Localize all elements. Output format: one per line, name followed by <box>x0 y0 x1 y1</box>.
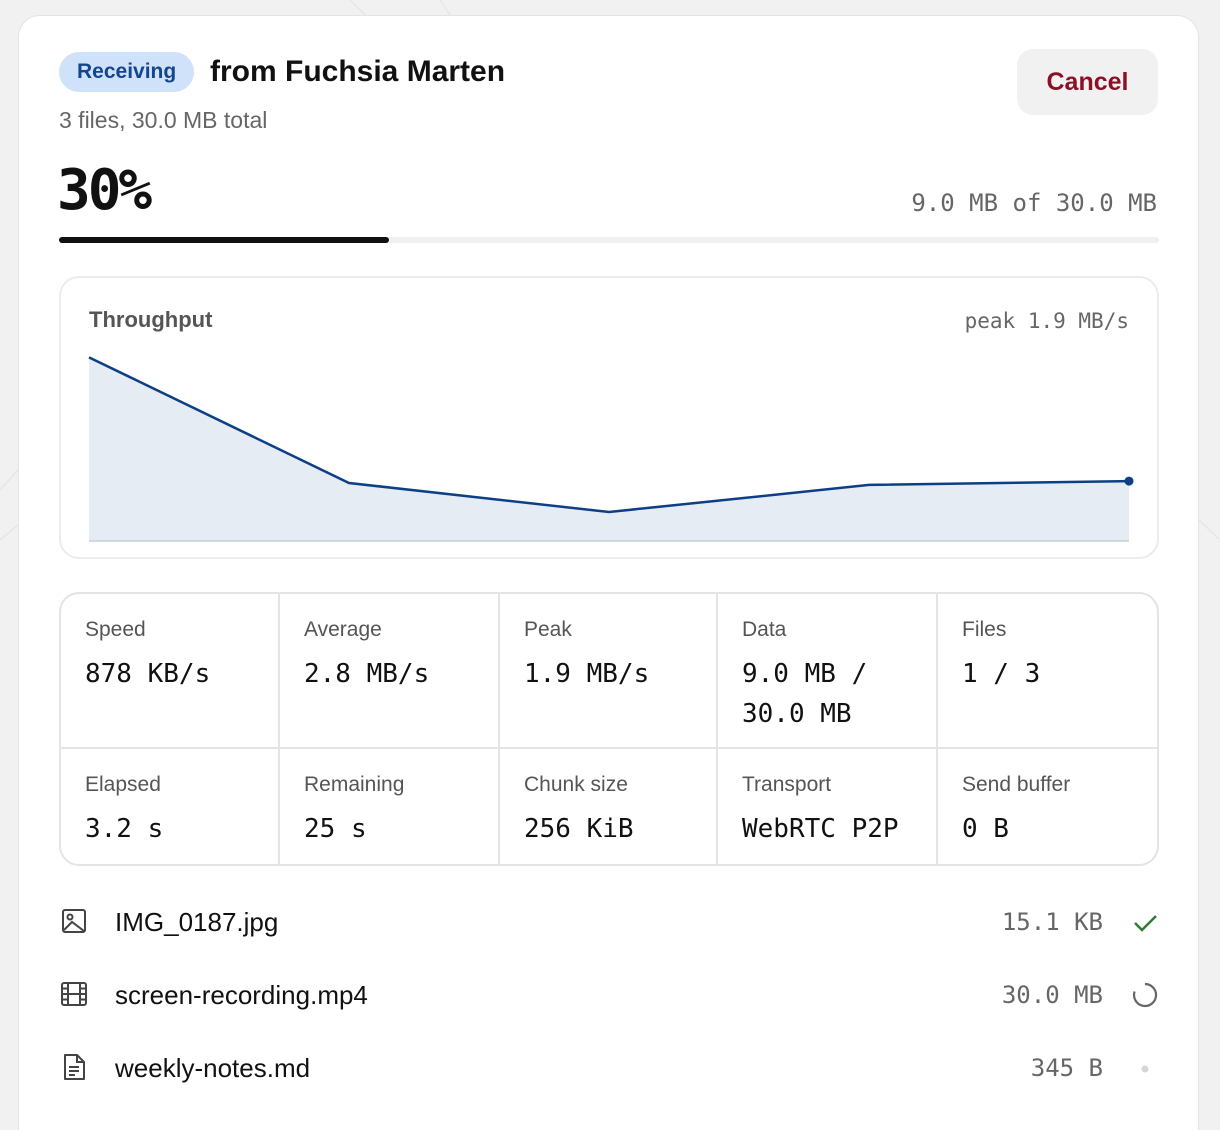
stat-value: 1 / 3 <box>962 659 1041 689</box>
stat-label: Send buffer <box>962 773 1071 796</box>
progress-percent: 30% <box>57 158 152 223</box>
stat-average: Average 2.8 MB/s <box>280 594 500 749</box>
stat-label: Elapsed <box>85 773 161 796</box>
stat-label: Remaining <box>304 773 405 796</box>
transfer-summary: 3 files, 30.0 MB total <box>59 107 268 133</box>
stat-chunk-size: Chunk size 256 KiB <box>500 749 718 864</box>
file-size: 15.1 KB <box>1001 908 1103 936</box>
check-icon <box>1134 915 1157 932</box>
cancel-button[interactable]: Cancel <box>1017 49 1158 115</box>
stat-speed: Speed 878 KB/s <box>61 594 280 749</box>
stat-value: 1.9 MB/s <box>524 659 650 689</box>
progress-bytes: 9.0 MB of 30.0 MB <box>911 189 1157 217</box>
pending-dot-icon <box>1141 1065 1149 1073</box>
film-icon <box>61 982 87 1006</box>
document-icon <box>64 1054 85 1080</box>
stat-label: Chunk size <box>524 773 628 796</box>
stat-value: WebRTC P2P <box>742 814 899 844</box>
transfer-card: Receiving from Fuchsia Marten 3 files, 3… <box>18 15 1199 1130</box>
throughput-chart: Throughput peak 1.9 MB/s <box>59 276 1159 559</box>
stat-label: Average <box>304 618 382 641</box>
throughput-current-point <box>1124 476 1134 486</box>
stat-files: Files 1 / 3 <box>938 594 1157 749</box>
stat-peak: Peak 1.9 MB/s <box>500 594 718 749</box>
file-name: weekly-notes.md <box>115 1053 311 1083</box>
stat-value: 25 s <box>304 814 367 844</box>
file-list: IMG_0187.jpg 15.1 KB screen-recording.mp4 3… <box>59 902 1159 1121</box>
file-size: 345 B <box>1030 1054 1103 1082</box>
stat-label: Files <box>962 618 1007 641</box>
stat-value: 256 KiB <box>524 814 634 844</box>
stat-value: 0 B <box>962 814 1009 844</box>
stat-label: Speed <box>85 618 146 641</box>
image-icon <box>62 909 86 933</box>
stat-label: Data <box>742 618 787 641</box>
stat-value: 2.8 MB/s <box>304 659 430 689</box>
throughput-area <box>89 357 1129 541</box>
chart-title: Throughput <box>89 307 213 332</box>
stat-value: 878 KB/s <box>85 659 211 689</box>
stat-label: Transport <box>742 773 832 796</box>
file-size: 30.0 MB <box>1001 981 1103 1009</box>
progress-bar-fill <box>59 237 389 243</box>
file-name: IMG_0187.jpg <box>115 907 279 937</box>
spinner-icon <box>1132 982 1158 1008</box>
stat-send-buffer: Send buffer 0 B <box>938 749 1157 864</box>
transfer-title: from Fuchsia Marten <box>210 55 506 88</box>
file-row[interactable]: screen-recording.mp4 30.0 MB <box>59 975 1159 1048</box>
file-name: screen-recording.mp4 <box>115 980 368 1010</box>
stats-grid: Speed 878 KB/s Average 2.8 MB/s Peak 1.9 MB/s… <box>59 592 1159 866</box>
stat-remaining: Remaining 25 s <box>280 749 500 864</box>
progress-bar <box>59 237 1159 243</box>
chart-peak-label: peak 1.9 MB/s <box>964 309 1129 333</box>
file-row[interactable]: weekly-notes.md 345 B <box>59 1048 1159 1121</box>
stat-label: Peak <box>524 618 572 641</box>
stat-elapsed: Elapsed 3.2 s <box>61 749 280 864</box>
stat-value: 3.2 s <box>85 814 164 844</box>
status-badge: Receiving <box>59 52 195 92</box>
stat-value: 9.0 MB / 30.0 MB <box>742 659 868 729</box>
file-row[interactable]: IMG_0187.jpg 15.1 KB <box>59 902 1159 975</box>
stat-data: Data 9.0 MB / 30.0 MB <box>718 594 938 749</box>
stat-transport: Transport WebRTC P2P <box>718 749 938 864</box>
